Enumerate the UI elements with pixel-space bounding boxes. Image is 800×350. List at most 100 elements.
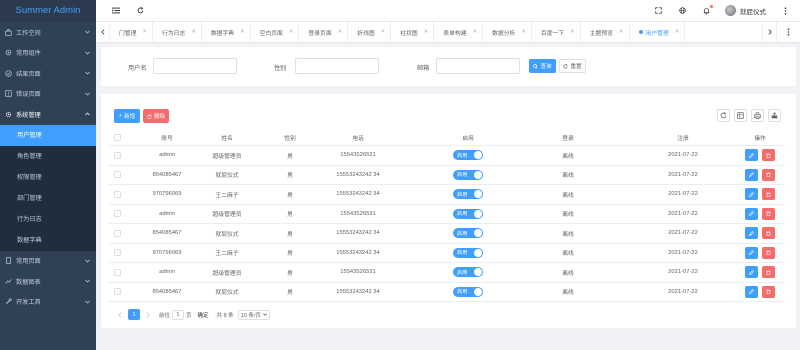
edit-button[interactable]	[745, 246, 758, 259]
delete-button[interactable]	[762, 168, 775, 181]
tab-item[interactable]: 折线图 ✕	[348, 21, 392, 43]
username-input[interactable]	[153, 58, 237, 74]
tab-item[interactable]: 数据分析 ✕	[483, 21, 532, 43]
user-menu[interactable]: 就屁仪式	[725, 5, 766, 16]
row-checkbox[interactable]	[113, 210, 121, 218]
sidebar-subitem-department-management[interactable]: 部门管理	[0, 188, 96, 209]
edit-button[interactable]	[745, 285, 758, 298]
delete-button[interactable]	[762, 207, 775, 220]
close-icon[interactable]: ✕	[142, 29, 147, 35]
fullscreen-icon[interactable]	[653, 6, 663, 16]
sidebar-item-common-pages[interactable]: 常用页面	[0, 251, 96, 272]
tab-item[interactable]: 柱状图 ✕	[391, 21, 435, 43]
close-icon[interactable]: ✕	[570, 29, 575, 35]
row-checkbox[interactable]	[113, 151, 121, 159]
row-checkbox[interactable]	[113, 190, 121, 198]
prev-page-icon[interactable]	[114, 309, 126, 320]
sidebar-item-result-pages[interactable]: 结果页面	[0, 63, 96, 84]
goto-page-input[interactable]: 1	[172, 309, 185, 320]
row-checkbox[interactable]	[113, 171, 121, 179]
enabled-switch[interactable]: 启用	[453, 189, 483, 200]
sidebar-subitem-permission-management[interactable]: 权限管理	[0, 167, 96, 188]
language-globe-icon[interactable]	[677, 6, 687, 16]
row-checkbox[interactable]	[113, 229, 121, 237]
notification-bell-icon[interactable]	[701, 4, 713, 16]
sidebar-item-dev-tools[interactable]: 开发工具	[0, 292, 96, 313]
sidebar-subitem-data-dictionary[interactable]: 数据字典	[0, 230, 96, 251]
close-icon[interactable]: ✕	[424, 29, 429, 35]
close-icon[interactable]: ✕	[381, 29, 386, 35]
page-size-select[interactable]: 10 条/页	[237, 309, 270, 320]
reset-button[interactable]: 重置	[559, 59, 586, 73]
table-refresh-icon[interactable]	[717, 109, 730, 122]
row-checkbox[interactable]	[113, 249, 121, 257]
tab-item[interactable]: 表单构建 ✕	[434, 21, 484, 43]
tab-item[interactable]: 主题预览 ✕	[581, 21, 630, 43]
delete-button[interactable]	[762, 227, 775, 240]
cell-register: 2021-07-22	[668, 210, 698, 217]
edit-button[interactable]	[745, 188, 758, 201]
tabs-scroll-left-icon[interactable]	[96, 21, 110, 43]
tab-user-management[interactable]: 用户管理 ✕	[630, 21, 686, 43]
sidebar-item-system[interactable]: 系统管理	[0, 104, 96, 125]
enabled-switch[interactable]: 启用	[453, 208, 483, 219]
menu-fold-icon[interactable]	[111, 6, 121, 16]
edit-button[interactable]	[745, 266, 758, 279]
page-number-current[interactable]: 1	[128, 309, 140, 320]
delete-button[interactable]	[762, 188, 775, 201]
select-all-checkbox[interactable]	[113, 133, 121, 141]
enabled-switch[interactable]: 启用	[453, 267, 483, 278]
sidebar-item-components[interactable]: 常用组件	[0, 43, 96, 64]
delete-button[interactable]	[762, 266, 775, 279]
close-icon[interactable]: ✕	[675, 29, 680, 35]
sidebar-subitem-behavior-log[interactable]: 行为日志	[0, 209, 96, 230]
column-settings-icon[interactable]	[734, 109, 747, 122]
row-checkbox[interactable]	[113, 288, 121, 296]
print-icon[interactable]	[751, 109, 764, 122]
tab-item[interactable]: 登录页面 ✕	[299, 21, 349, 43]
enabled-switch[interactable]: 启用	[453, 286, 483, 297]
close-icon[interactable]: ✕	[289, 29, 294, 35]
enabled-switch[interactable]: 启用	[453, 150, 483, 161]
close-icon[interactable]: ✕	[473, 29, 478, 35]
tab-item[interactable]: 空白页面 ✕	[251, 21, 300, 43]
edit-button[interactable]	[745, 168, 758, 181]
next-page-icon[interactable]	[142, 309, 154, 320]
sidebar-item-workspace[interactable]: 工作空间	[0, 22, 96, 43]
edit-button[interactable]	[745, 227, 758, 240]
export-icon[interactable]	[768, 109, 781, 122]
tabs-scroll-right-icon[interactable]	[762, 21, 776, 43]
enabled-switch[interactable]: 启用	[453, 169, 483, 180]
add-user-button[interactable]: + 新增	[114, 109, 140, 123]
search-button[interactable]: 查询	[529, 59, 556, 73]
delete-button[interactable]	[762, 285, 775, 298]
close-icon[interactable]: ✕	[240, 29, 245, 35]
edit-button[interactable]	[745, 207, 758, 220]
tab-item[interactable]: 门管理 ✕	[110, 21, 154, 43]
confirm-button[interactable]: 确定	[198, 311, 209, 319]
tab-item[interactable]: 数据字典 ✕	[202, 21, 251, 43]
app-logo[interactable]: Summer Admin	[0, 0, 96, 22]
sidebar-subitem-user-management[interactable]: 用户管理	[0, 124, 96, 146]
tab-item[interactable]: 百度一下 ✕	[532, 21, 581, 43]
tab-item[interactable]: 行为日志 ✕	[153, 21, 202, 43]
delete-user-button[interactable]: 删除	[143, 109, 169, 123]
enabled-switch[interactable]: 启用	[453, 228, 483, 239]
sidebar-item-error-pages[interactable]: 错误页面	[0, 84, 96, 105]
enabled-switch[interactable]: 启用	[453, 247, 483, 258]
tabs-more-icon[interactable]	[776, 21, 800, 43]
close-icon[interactable]: ✕	[619, 29, 624, 35]
close-icon[interactable]: ✕	[191, 29, 196, 35]
delete-button[interactable]	[762, 246, 775, 259]
row-checkbox[interactable]	[113, 268, 121, 276]
edit-button[interactable]	[745, 149, 758, 162]
close-icon[interactable]: ✕	[338, 29, 343, 35]
refresh-icon[interactable]	[135, 6, 145, 16]
email-input[interactable]	[436, 58, 520, 74]
sidebar-subitem-role-management[interactable]: 角色管理	[0, 146, 96, 167]
more-vertical-icon[interactable]	[780, 6, 790, 16]
gender-select[interactable]	[295, 58, 379, 74]
close-icon[interactable]: ✕	[521, 29, 526, 35]
sidebar-item-charts[interactable]: 数据图表	[0, 271, 96, 292]
delete-button[interactable]	[762, 149, 775, 162]
